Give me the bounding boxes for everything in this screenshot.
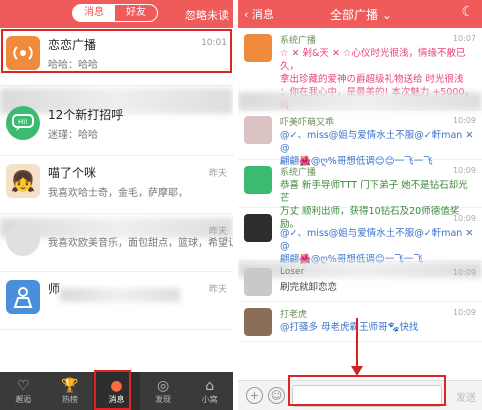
highlight-box (288, 375, 446, 406)
tab-friends[interactable]: 好友 (115, 5, 157, 21)
list-item[interactable]: 我喜欢欧美音乐，面包甜点，篮球，希望认识 昨天 (0, 214, 233, 272)
highlight-box (1, 29, 232, 73)
list-item[interactable]: 吓美吓萌又乖 10:09 @✓、miss@姐与爱情水土不服@✓軒man ✕ @ … (238, 110, 482, 167)
avatar: 👧 (6, 164, 40, 198)
message-line: @✓、miss@姐与爱情水土不服@✓軒man ✕ @ (280, 130, 474, 154)
avatar (6, 222, 40, 256)
list-item[interactable]: Hi! 12个新打招呼 迷瑾：哈哈 (0, 98, 233, 156)
message-body: 刷完就卸恋恋 (280, 281, 476, 294)
back-label: 消息 (251, 8, 274, 21)
message-body: @打骚多 母老虎霸王师哥🐾快找 (280, 321, 476, 334)
segment-control: 消息 好友 (72, 4, 158, 22)
blurred-region (60, 288, 180, 302)
message-time: 10:09 (452, 116, 476, 125)
svg-text:Hi!: Hi! (18, 118, 28, 126)
item-title: 喵了个咪 (48, 166, 97, 180)
sender-name: 系统广播 (280, 168, 317, 178)
message-line: 恭喜 新手导师TTT 门下弟子 她不是钻石却光芒 (280, 180, 468, 204)
chevron-down-icon: ⌄ (378, 8, 392, 22)
tab-home[interactable]: ⌂ 小窝 (186, 372, 233, 410)
message-time: 10:07 (452, 34, 476, 43)
moon-icon[interactable]: ☾ (461, 4, 474, 20)
left-phone-messages: 消息 好友 忽略未读 恋恋广播 哈哈：哈哈 10:01 Hi! 12个新打招呼 … (0, 0, 233, 410)
list-item[interactable]: 打老虎 10:09 @打骚多 母老虎霸王师哥🐾快找 (238, 302, 482, 342)
tab-hot[interactable]: 🏆 热榜 (47, 372, 94, 410)
message-time: 10:09 (452, 166, 476, 175)
item-title: 12个新打招呼 (48, 108, 124, 122)
list-item[interactable]: 10:09 @✓、miss@姐与爱情水土不服@✓軒man ✕ @ 翩翩🌺@ღ%哥… (238, 208, 482, 265)
item-time: 昨天 (208, 227, 227, 237)
screenshot-composite: 消息 好友 忽略未读 恋恋广播 哈哈：哈哈 10:01 Hi! 12个新打招呼 … (0, 0, 482, 410)
sender-name: 打老虎 (280, 310, 308, 320)
ignore-unread-button[interactable]: 忽略未读 (185, 7, 229, 23)
greeting-icon: Hi! (6, 106, 40, 140)
message-line: 拿出珍藏的爱神の爵超级礼物送给 时光很浅 (280, 74, 464, 85)
message-time: 10:09 (452, 214, 476, 223)
sender-name: Loser (280, 267, 305, 277)
highlight-box (94, 370, 131, 410)
message-line: @✓、miss@姐与爱情水土不服@✓軒man ✕ @ (280, 228, 474, 252)
sender-name: 吓美吓萌又乖 (280, 118, 335, 128)
item-preview: 迷瑾：哈哈 (48, 130, 98, 141)
planet-icon: ◎ (156, 377, 170, 394)
avatar (244, 116, 272, 144)
item-time: 昨天 (208, 285, 227, 295)
broadcast-title-dropdown[interactable]: 全部广播 ⌄ (330, 6, 392, 23)
sender-name: 系统广播 (280, 36, 317, 46)
mentor-icon (6, 280, 40, 314)
tab-discover[interactable]: ◎ 发现 (140, 372, 187, 410)
item-title: 师 (48, 282, 61, 296)
emoji-icon[interactable]: ☺ (268, 387, 285, 404)
system-icon (244, 166, 272, 194)
message-time: 10:09 (452, 268, 476, 277)
avatar (244, 268, 272, 296)
list-item[interactable]: Loser 10:09 刷完就卸恋恋 (238, 262, 482, 302)
plus-icon[interactable]: + (246, 387, 263, 404)
list-item[interactable]: 系统广播 10:09 恭喜 新手导师TTT 门下弟子 她不是钻石却光芒 万丈 顺… (238, 160, 482, 230)
tab-label: 邂逅 (15, 394, 32, 404)
message-time: 10:09 (452, 308, 476, 317)
avatar (244, 308, 272, 336)
chevron-left-icon: ‹ (244, 8, 252, 21)
title-text: 全部广播 (330, 8, 379, 22)
item-preview: 我喜欢欧美音乐，面包甜点，篮球，希望认识 (48, 238, 233, 249)
gift-icon (244, 34, 272, 62)
item-preview: 我喜欢哈士奇，金毛，萨摩耶， (48, 188, 188, 199)
avatar (244, 214, 272, 242)
message-body: @✓、miss@姐与爱情水土不服@✓軒man ✕ @ 翩翩🌺@ღ%哥想低调😊一飞… (280, 227, 476, 266)
back-button[interactable]: ‹ 消息 (244, 6, 274, 22)
tab-label: 发现 (155, 394, 172, 404)
tab-label: 小窝 (201, 394, 218, 404)
tab-label: 热榜 (61, 394, 78, 404)
trophy-icon: 🏆 (61, 377, 79, 394)
send-button[interactable]: 发送 (456, 389, 476, 404)
messages-header: 消息 好友 忽略未读 (0, 0, 233, 28)
heart-icon: ♡ (17, 377, 30, 394)
broadcast-header: ‹ 消息 全部广播 ⌄ ☾ (238, 0, 482, 28)
message-line: ☆ ✕ 剁&天 ✕ ☆心仪时光很浅，情缘不散已久， (280, 48, 466, 72)
home-icon: ⌂ (205, 377, 215, 394)
tab-encounter[interactable]: ♡ 邂逅 (0, 372, 47, 410)
right-phone-broadcast: ‹ 消息 全部广播 ⌄ ☾ 系统广播 10:07 ☆ ✕ 剁&天 ✕ ☆心仪时光… (238, 0, 482, 410)
list-item[interactable]: 👧 喵了个咪 我喜欢哈士奇，金毛，萨摩耶， 昨天 (0, 156, 233, 214)
tab-messages[interactable]: 消息 (73, 5, 115, 21)
message-line: 刷完就卸恋恋 (280, 282, 338, 293)
message-line: @打骚多 母老虎霸王师哥🐾快找 (280, 322, 419, 333)
item-time: 昨天 (208, 169, 227, 179)
blurred-region (238, 92, 482, 110)
